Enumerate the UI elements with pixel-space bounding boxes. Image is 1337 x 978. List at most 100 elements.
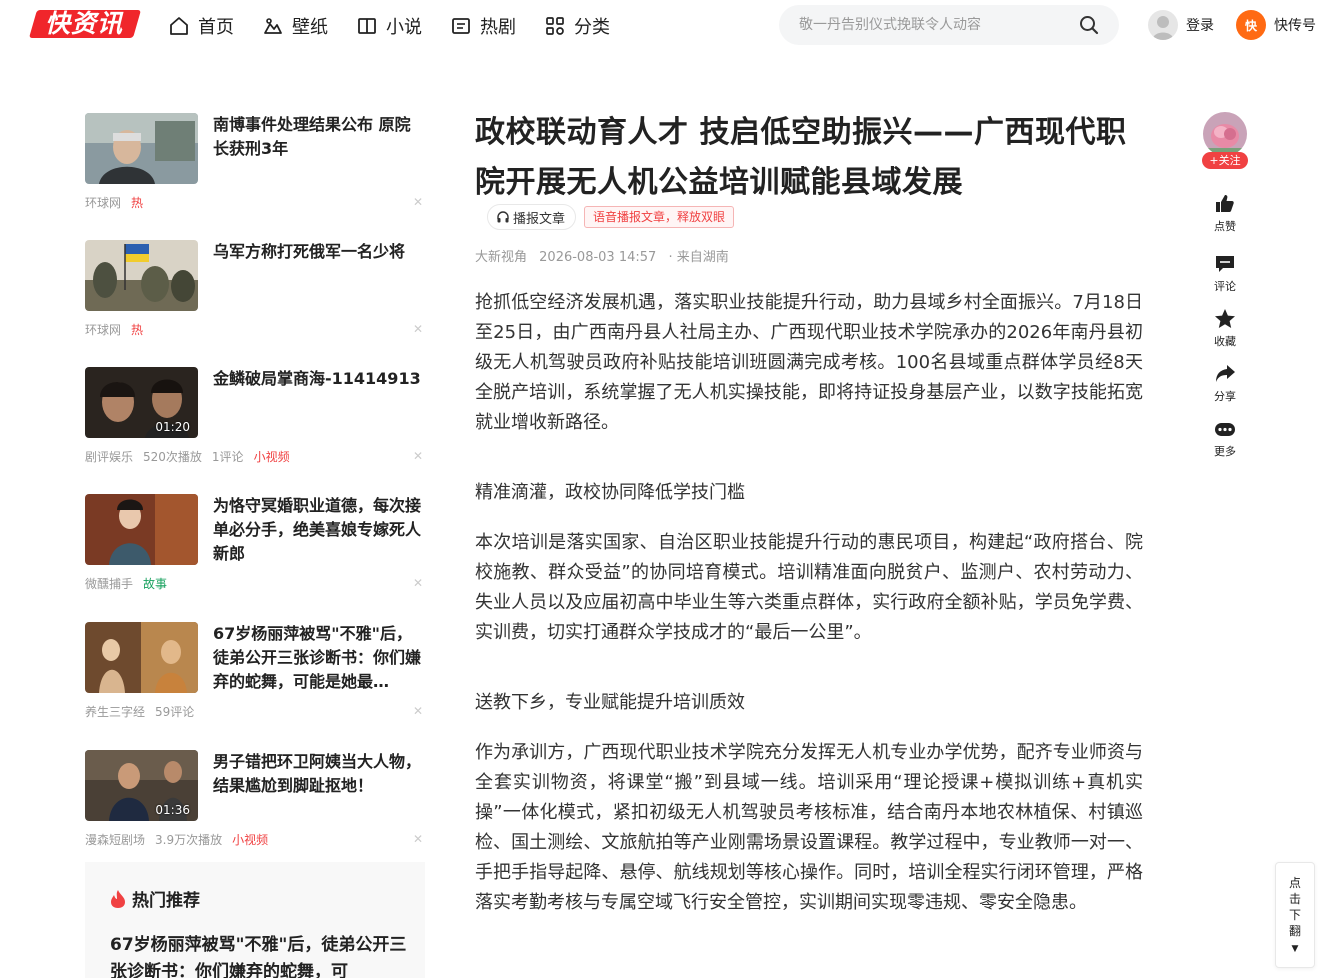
nav-drama[interactable]: 热剧 <box>450 12 516 40</box>
login-label: 登录 <box>1186 18 1214 34</box>
search-icon[interactable] <box>1079 15 1099 35</box>
listen-tip: 语音播报文章，释放双眼 <box>584 206 735 228</box>
like-button[interactable]: 点赞 <box>1200 192 1250 234</box>
article-meta: 大新视角 2026-08-03 14:57 · 来自湖南 <box>475 246 737 265</box>
next-page-label: 点击下翻 <box>1289 876 1302 938</box>
kuaichuanhao-logo: 快 <box>1236 10 1266 40</box>
article-subheading: 精准滴灌，政校协同降低学技门槛 <box>475 482 745 503</box>
hot-recommend-panel: 热门推荐 67岁杨丽萍被骂"不雅"后，徒弟公开三张诊断书：你们嫌弃的蛇舞，可 <box>85 862 425 978</box>
more-icon <box>1213 417 1237 441</box>
nav-category[interactable]: 分类 <box>544 12 610 40</box>
story-tag: 故事 <box>143 577 168 591</box>
nav-wallpaper-label: 壁纸 <box>292 17 328 38</box>
nav-home[interactable]: 首页 <box>168 12 234 40</box>
listen-label: 播报文章 <box>513 211 566 227</box>
video-tag: 小视频 <box>253 450 290 464</box>
tv-icon <box>450 15 472 37</box>
news-source: 环球网 <box>85 323 122 337</box>
video-tag: 小视频 <box>232 833 269 847</box>
news-thumbnail[interactable] <box>85 622 198 693</box>
follow-button[interactable]: +关注 <box>1202 152 1248 169</box>
news-meta: 环球网 热 <box>85 321 153 338</box>
search-input[interactable] <box>799 5 1069 45</box>
fire-icon <box>110 889 126 909</box>
share-button[interactable]: 分享 <box>1200 362 1250 404</box>
share-label: 分享 <box>1214 390 1236 403</box>
listen-row: 播报文章 语音播报文章，释放双眼 <box>487 204 735 230</box>
main-nav: 首页 壁纸 小说 热剧 分类 <box>168 12 638 40</box>
search-bar <box>779 5 1119 45</box>
site-logo[interactable]: 快资讯 <box>28 8 142 40</box>
collect-label: 收藏 <box>1214 335 1236 348</box>
news-meta: 漫森短剧场 3.9万次播放 小视频 <box>85 831 278 848</box>
video-thumbnail[interactable]: 01:20 <box>85 367 198 438</box>
article: 政校联动育人才 技启低空助振兴——广西现代职院开展无人机公益培训赋能县域发展 播… <box>475 108 1143 913</box>
nav-wallpaper[interactable]: 壁纸 <box>262 12 328 40</box>
hot-recommend-heading: 热门推荐 <box>110 886 200 911</box>
news-meta: 微醺捕手 故事 <box>85 575 177 592</box>
close-icon[interactable]: ✕ <box>413 449 423 463</box>
news-source: 漫森短剧场 <box>85 833 146 847</box>
listen-button[interactable]: 播报文章 <box>487 204 577 230</box>
close-icon[interactable]: ✕ <box>413 832 423 846</box>
hot-recommend-label: 热门推荐 <box>132 891 200 911</box>
video-duration: 01:36 <box>155 803 190 817</box>
author-avatar[interactable] <box>1203 112 1247 156</box>
collect-button[interactable]: 收藏 <box>1200 307 1250 349</box>
kuaichuanhao-link[interactable]: 快 快传号 <box>1236 10 1316 40</box>
share-icon <box>1213 362 1237 386</box>
news-title[interactable]: 67岁杨丽萍被骂"不雅"后，徒弟公开三张诊断书：你们嫌弃的蛇舞，可能是她最… <box>213 622 425 694</box>
article-paragraph: 本次培训是落实国家、自治区职业技能提升行动的惠民项目，构建起“政府搭台、院校施教… <box>475 532 1143 643</box>
close-icon[interactable]: ✕ <box>413 322 423 336</box>
comment-count: 1评论 <box>211 450 244 464</box>
play-count: 520次播放 <box>143 450 202 464</box>
comment-button[interactable]: 评论 <box>1200 252 1250 294</box>
login-link[interactable]: 登录 <box>1148 10 1214 40</box>
default-avatar-icon <box>1148 10 1178 40</box>
news-title[interactable]: 男子错把环卫阿姨当大人物，结果尴尬到脚趾抠地！ <box>213 750 425 798</box>
video-duration: 01:20 <box>155 420 190 434</box>
news-title[interactable]: 金鳞破局掌商海-11414913 <box>213 367 425 391</box>
article-source[interactable]: 大新视角 <box>475 250 527 265</box>
nav-drama-label: 热剧 <box>480 17 516 38</box>
comment-icon <box>1213 252 1237 276</box>
news-title[interactable]: 乌军方称打死俄军一名少将 <box>213 240 425 264</box>
news-source: 微醺捕手 <box>85 577 134 591</box>
like-label: 点赞 <box>1214 220 1236 233</box>
close-icon[interactable]: ✕ <box>413 195 423 209</box>
video-thumbnail[interactable]: 01:36 <box>85 750 198 821</box>
news-thumbnail[interactable] <box>85 494 198 565</box>
more-label: 更多 <box>1214 445 1236 458</box>
news-meta: 环球网 热 <box>85 194 153 211</box>
grid-icon <box>544 15 566 37</box>
chevron-down-icon: ▼ <box>1291 944 1299 954</box>
nav-novel[interactable]: 小说 <box>356 12 422 40</box>
news-title[interactable]: 南博事件处理结果公布 原院长获刑3年 <box>213 113 425 161</box>
nav-category-label: 分类 <box>574 17 610 38</box>
next-page-button[interactable]: 点击下翻 ▼ <box>1275 862 1315 968</box>
hot-tag: 热 <box>131 196 144 210</box>
article-title: 政校联动育人才 技启低空助振兴——广西现代职院开展无人机公益培训赋能县域发展 <box>475 115 1127 200</box>
comment-count: 59评论 <box>155 705 195 719</box>
hot-recommend-title[interactable]: 67岁杨丽萍被骂"不雅"后，徒弟公开三张诊断书：你们嫌弃的蛇舞，可 <box>110 932 410 978</box>
article-body: 抢抓低空经济发展机遇，落实职业技能提升行动，助力县域乡村全面振兴。7月18日至2… <box>475 288 1143 918</box>
more-button[interactable]: 更多 <box>1200 417 1250 459</box>
close-icon[interactable]: ✕ <box>413 576 423 590</box>
nav-home-label: 首页 <box>198 17 234 38</box>
news-meta: 养生三字经 59评论 <box>85 703 204 720</box>
play-count: 3.9万次播放 <box>155 833 223 847</box>
news-source: 环球网 <box>85 196 122 210</box>
top-header: 快资讯 首页 壁纸 小说 热剧 分类 敬一丹告别仪式挽联令人动容 登录 快 快传… <box>0 0 1337 52</box>
news-thumbnail[interactable] <box>85 240 198 311</box>
logo-text: 快资讯 <box>45 9 124 38</box>
home-icon <box>168 15 190 37</box>
close-icon[interactable]: ✕ <box>413 704 423 718</box>
news-meta: 剧评娱乐 520次播放 1评论 小视频 <box>85 448 300 465</box>
article-datetime: 2026-08-03 14:57 <box>539 250 657 265</box>
book-icon <box>356 15 378 37</box>
hot-tag: 热 <box>131 323 144 337</box>
news-thumbnail[interactable] <box>85 113 198 184</box>
star-icon <box>1213 307 1237 331</box>
headphone-icon <box>496 210 510 224</box>
news-title[interactable]: 为恪守冥婚职业道德，每次接单必分手，绝美喜娘专嫁死人新郎 <box>213 494 425 566</box>
